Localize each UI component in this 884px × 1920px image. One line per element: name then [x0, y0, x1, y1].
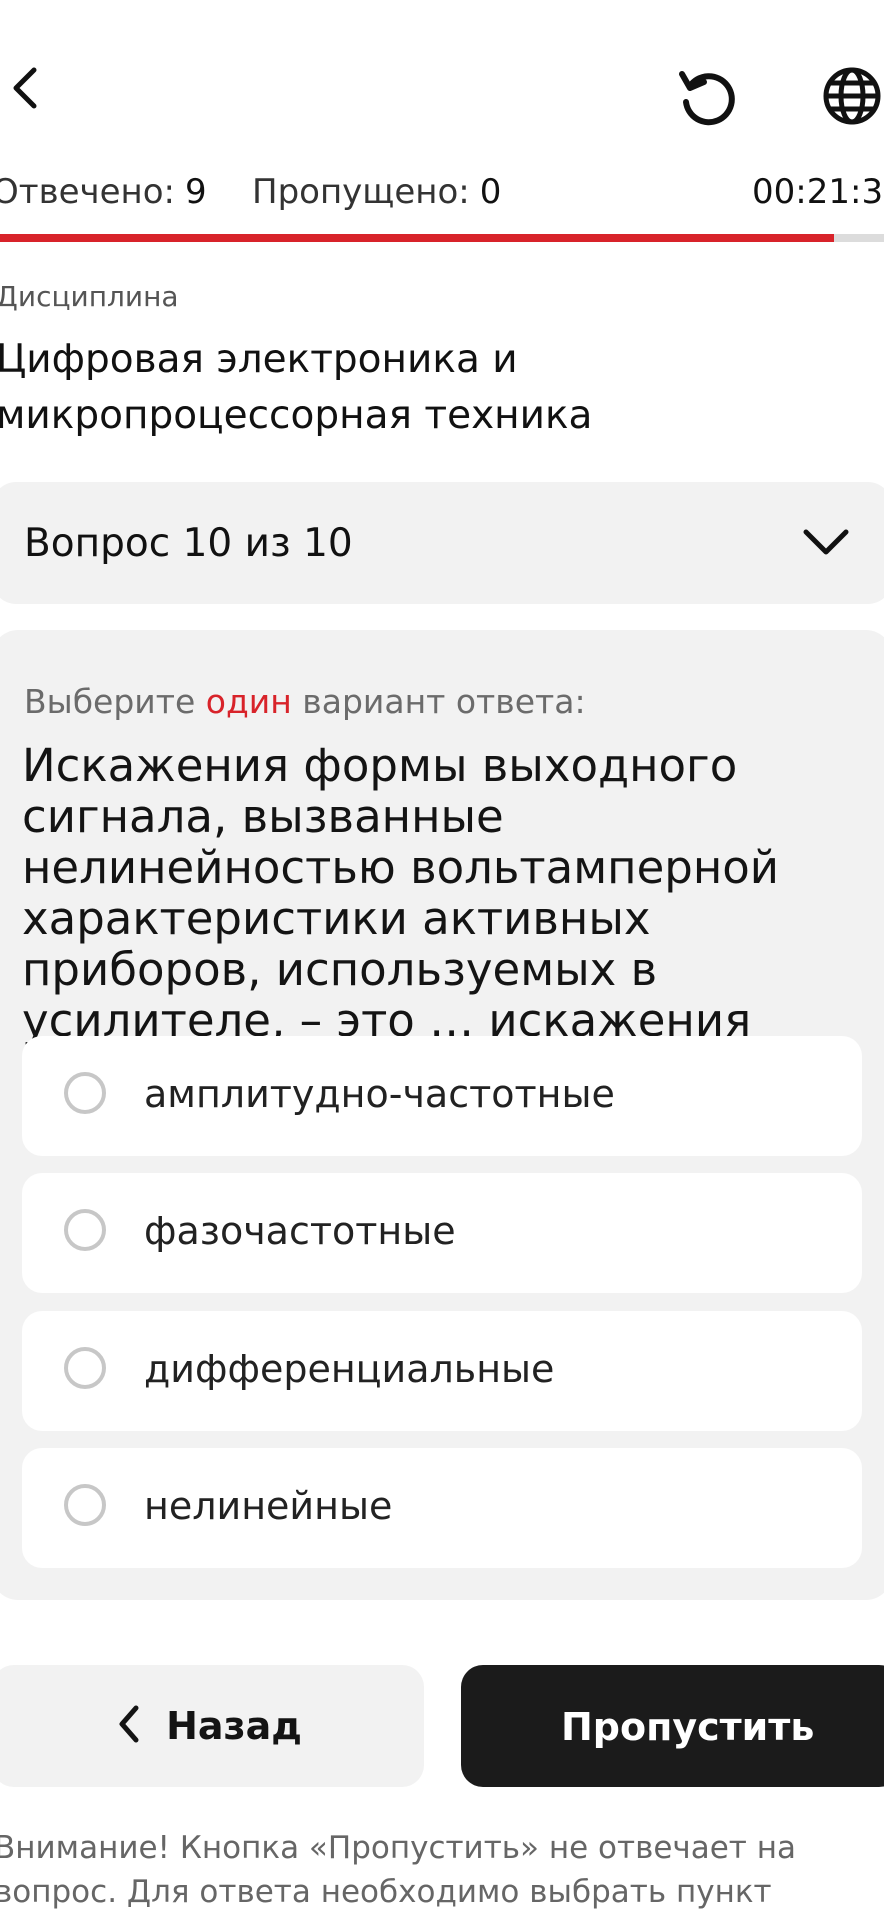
skipped-counter: Пропущено: 0	[252, 172, 501, 212]
radio-button[interactable]	[64, 1209, 106, 1251]
skip-button-label: Пропустить	[561, 1705, 815, 1749]
answer-option-label: нелинейные	[144, 1484, 393, 1528]
question-selector[interactable]: Вопрос 10 из 10	[0, 482, 884, 604]
answer-instruction: Выберите один вариант ответа:	[24, 682, 586, 721]
instruction-text: Выберите	[24, 682, 206, 721]
skipped-label: Пропущено:	[252, 172, 470, 212]
answer-option[interactable]: амплитудно-частотные	[22, 1036, 862, 1156]
radio-button[interactable]	[64, 1347, 106, 1389]
skip-warning-text: Внимание! Кнопка «Пропустить» не отвечае…	[0, 1830, 796, 1910]
skipped-value: 0	[479, 172, 502, 212]
answered-label: Отвечено:	[0, 172, 176, 212]
instruction-text-end: вариант ответа:	[291, 682, 586, 721]
answered-value: 9	[185, 172, 207, 212]
radio-button[interactable]	[64, 1072, 106, 1114]
question-number: Вопрос 10 из 10	[24, 520, 353, 566]
instruction-accent: один	[205, 682, 292, 721]
skip-button[interactable]: Пропустить	[461, 1665, 884, 1787]
discipline-title: Цифровая электроника и микропроцессорная…	[0, 337, 593, 438]
answer-option[interactable]: фазочастотные	[22, 1173, 862, 1293]
answered-counter: Отвечено: 9	[0, 172, 207, 212]
discipline-label: Дисциплина	[0, 280, 179, 313]
chevron-down-icon	[798, 518, 854, 566]
reset-icon[interactable]	[672, 60, 744, 132]
back-button[interactable]: Назад	[0, 1665, 424, 1787]
question-text: Искажения формы выходного сигнала, вызва…	[22, 739, 780, 1047]
globe-icon[interactable]	[816, 60, 884, 132]
timer: 00:21:34	[752, 172, 884, 212]
back-button-label: Назад	[166, 1704, 302, 1748]
back-icon[interactable]	[0, 60, 48, 116]
answer-option[interactable]: дифференциальные	[22, 1311, 862, 1431]
answer-option-label: амплитудно-частотные	[144, 1072, 615, 1116]
radio-button[interactable]	[64, 1484, 106, 1526]
answer-option-label: дифференциальные	[144, 1347, 555, 1391]
progress-bar-fill	[0, 234, 835, 242]
answer-option[interactable]: нелинейные	[22, 1448, 862, 1568]
chevron-left-icon	[114, 1702, 144, 1750]
progress-bar	[0, 234, 884, 242]
answer-option-label: фазочастотные	[144, 1209, 456, 1253]
